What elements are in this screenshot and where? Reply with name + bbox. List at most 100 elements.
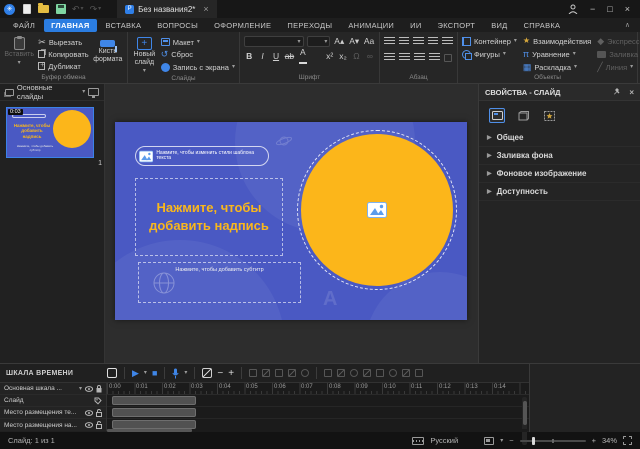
section-background-fill[interactable]: ▶Заливка фона	[479, 147, 640, 165]
edit-timeline-button[interactable]	[202, 368, 212, 378]
audio-chart-button[interactable]	[402, 369, 410, 377]
tab-insert[interactable]: ВСТАВКА	[99, 19, 149, 32]
underline-button[interactable]: U	[271, 52, 281, 61]
zoom-out-button[interactable]: −	[509, 436, 513, 445]
paste-button[interactable]: Вставить ▾	[4, 35, 34, 73]
align-justify-button[interactable]	[429, 53, 440, 62]
section-general[interactable]: ▶Общее	[479, 129, 640, 147]
zoom-level-label[interactable]: 34%	[602, 436, 617, 445]
user-account-icon[interactable]	[568, 4, 578, 14]
interactions-button[interactable]: ★Взаимодействия	[523, 35, 591, 47]
text-style-placeholder[interactable]: Нажмите, чтобы изменить стили шаблона те…	[135, 146, 269, 166]
visibility-icon[interactable]	[85, 386, 93, 392]
reset-button[interactable]: ↺Сброс	[161, 49, 235, 61]
language-label[interactable]: Русский	[430, 436, 458, 445]
presenter-view-icon[interactable]	[88, 88, 99, 96]
align-right-button[interactable]	[414, 53, 425, 62]
keyboard-layout-icon[interactable]	[412, 437, 424, 445]
decrease-font-icon[interactable]: A▾	[348, 37, 360, 46]
unlock-icon[interactable]	[96, 409, 102, 417]
font-size-select[interactable]: ▾	[307, 36, 331, 47]
timeline-ruler[interactable]: 0:00 0:01 0:02 0:03 0:04 0:05 0:06 0:07 …	[107, 383, 529, 395]
copy-button[interactable]: Копировать	[38, 48, 88, 60]
split-clip-button[interactable]	[249, 369, 257, 377]
container-button[interactable]: Контейнер▾	[462, 35, 517, 47]
crop-clip-button[interactable]	[288, 369, 296, 377]
pin-icon[interactable]	[613, 88, 621, 96]
superscript-button[interactable]: x²	[324, 52, 334, 61]
undo-button[interactable]: ↶▾	[72, 4, 84, 15]
clear-format-icon[interactable]: Aa	[363, 37, 375, 46]
lock-icon[interactable]	[96, 385, 102, 393]
new-slide-button[interactable]: + Новый слайд ▾	[132, 35, 157, 74]
tab-transitions[interactable]: ПЕРЕХОДЫ	[280, 19, 339, 32]
props-tab-slide[interactable]	[489, 108, 505, 123]
text-track-button[interactable]	[415, 369, 423, 377]
image-placeholder-icon[interactable]	[367, 202, 387, 218]
express-style-button[interactable]: ◆Экспресс-стиль▾	[597, 35, 640, 47]
scrollbar-thumb[interactable]	[523, 401, 527, 425]
view-mode-icon[interactable]	[484, 437, 494, 445]
tab-home[interactable]: ГЛАВНАЯ	[44, 19, 96, 32]
line-button[interactable]: ╱Линия▾	[597, 61, 640, 73]
timeline-horizontal-scrollbar[interactable]	[107, 429, 527, 432]
slide-thumbnail-1[interactable]: 0:03 Нажмите, чтобы добавить надпись Наж…	[6, 107, 94, 158]
collapse-ribbon-icon[interactable]: ∧	[625, 21, 634, 29]
tab-design[interactable]: ОФОРМЛЕНИЕ	[207, 19, 278, 32]
close-window-button[interactable]: ×	[625, 4, 630, 14]
volume-button[interactable]	[376, 369, 384, 377]
timeline-tracks-area[interactable]: 0:00 0:01 0:02 0:03 0:04 0:05 0:06 0:07 …	[107, 383, 529, 431]
tab-ai[interactable]: ИИ	[403, 19, 428, 32]
equation-button[interactable]: πУравнение▾	[523, 48, 591, 60]
marker-button[interactable]	[324, 369, 332, 377]
layout-button[interactable]: Макет▾	[161, 36, 235, 48]
microphone-button[interactable]	[172, 368, 179, 379]
group-clips-button[interactable]	[301, 369, 309, 377]
play-button[interactable]: ▶	[132, 368, 139, 379]
fill-button[interactable]: Заливка▾	[597, 48, 640, 60]
tab-help[interactable]: СПРАВКА	[517, 19, 568, 32]
preview-button[interactable]	[107, 368, 117, 378]
zoom-in-timeline-button[interactable]: +	[228, 368, 234, 379]
decrease-indent-button[interactable]	[413, 37, 424, 46]
document-tab[interactable]: Р Без названия2* ×	[117, 0, 217, 18]
link-button[interactable]: ∞	[365, 52, 375, 61]
editor-canvas[interactable]: Нажмите, чтобы изменить стили шаблона те…	[105, 84, 478, 363]
zoom-slider[interactable]	[520, 440, 586, 442]
transition-button[interactable]	[337, 369, 345, 377]
strikethrough-button[interactable]: ab	[284, 52, 294, 61]
screen-record-button[interactable]: Запись с экрана▾	[161, 61, 235, 73]
unlock-icon[interactable]	[96, 421, 102, 429]
title-placeholder[interactable]: Нажмите, чтобы добавить надпись	[135, 178, 283, 256]
clip-image-placeholder[interactable]	[112, 420, 196, 429]
subscript-button[interactable]: x₂	[338, 52, 348, 61]
section-accessibility[interactable]: ▶Доступность	[479, 183, 640, 201]
save-button[interactable]	[55, 4, 66, 15]
font-color-button[interactable]: А	[298, 48, 308, 65]
track-slide[interactable]: Слайд	[0, 395, 106, 407]
font-family-select[interactable]: ▾	[244, 36, 304, 47]
track-text-placeholder[interactable]: Место размещения те...	[0, 407, 106, 419]
props-tab-effects[interactable]	[541, 108, 557, 123]
minimize-button[interactable]: −	[590, 4, 595, 14]
zoom-in-button[interactable]: +	[592, 436, 596, 445]
close-document-icon[interactable]: ×	[203, 4, 208, 14]
section-background-image[interactable]: ▶Фоновое изображение	[479, 165, 640, 183]
timeline-vertical-scrollbar[interactable]	[522, 397, 527, 445]
text-direction-button[interactable]	[444, 54, 452, 62]
shapes-button[interactable]: Фигуры▾	[462, 48, 517, 60]
clip-slide[interactable]	[112, 396, 196, 405]
zoom-slider-thumb[interactable]	[532, 437, 535, 445]
format-brush-button[interactable]: Кисть формата	[93, 35, 123, 73]
increase-font-icon[interactable]: A▴	[333, 37, 345, 46]
tab-animations[interactable]: АНИМАЦИИ	[341, 19, 401, 32]
symbol-button[interactable]: Ω	[351, 52, 361, 61]
align-center-button[interactable]	[399, 53, 410, 62]
align-left-button[interactable]	[384, 53, 395, 62]
fade-button[interactable]	[363, 369, 371, 377]
zoom-out-timeline-button[interactable]: −	[217, 368, 223, 379]
new-document-button[interactable]	[21, 4, 32, 15]
slides-panel-title[interactable]: Основные слайды	[17, 83, 79, 101]
arrangement-button[interactable]: ▦Раскладка▾	[523, 61, 591, 73]
cut-button[interactable]: ✂Вырезать	[38, 36, 88, 48]
